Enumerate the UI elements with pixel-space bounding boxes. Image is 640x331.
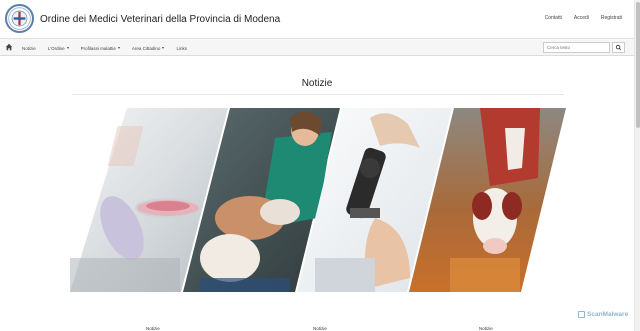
scrollbar-thumb[interactable]: [636, 2, 640, 128]
title-divider: [72, 94, 564, 95]
nav-item-notizie[interactable]: Notizie: [16, 46, 42, 51]
watermark: ScanMalware: [578, 311, 628, 318]
nav-item-links[interactable]: Links: [170, 46, 193, 51]
caret-down-icon: [162, 47, 165, 49]
home-icon[interactable]: [5, 43, 13, 51]
hero-banner: [70, 108, 566, 292]
page-scrollbar[interactable]: [634, 0, 640, 331]
accedi-link[interactable]: Accedi: [574, 15, 589, 21]
search-input[interactable]: [543, 42, 610, 53]
watermark-text: ScanMalware: [587, 311, 629, 318]
registrati-link[interactable]: Registrati: [601, 15, 622, 21]
nav-item-label: Links: [176, 45, 187, 51]
main-navbar: Notizie L'Ordine Profilassi malattie Are…: [0, 38, 634, 56]
search-button[interactable]: [612, 42, 625, 53]
caret-down-icon: [117, 47, 120, 49]
site-header: Ordine dei Medici Veterinari della Provi…: [0, 0, 634, 38]
search-icon: [615, 44, 622, 51]
contatti-link[interactable]: Contatti: [545, 15, 562, 21]
nav-item-label: Profilassi malattie: [80, 45, 116, 51]
page-title: Notizie: [301, 78, 333, 89]
caret-down-icon: [66, 47, 69, 49]
nav-item-profilassi[interactable]: Profilassi malattie: [75, 46, 126, 51]
card-label[interactable]: Notizie: [479, 326, 493, 331]
top-links: Contatti Accedi Registrati: [545, 15, 622, 21]
logo-icon[interactable]: [5, 4, 34, 33]
nav-menu: Notizie L'Ordine Profilassi malattie Are…: [16, 39, 193, 57]
card-label[interactable]: Notizie: [313, 326, 327, 331]
shield-icon: [578, 311, 585, 318]
nav-item-label: Area Cittadino: [131, 45, 161, 51]
card-label[interactable]: Notizie: [146, 326, 160, 331]
nav-item-label: Notizie: [22, 45, 36, 51]
site-title[interactable]: Ordine dei Medici Veterinari della Provi…: [40, 14, 280, 25]
nav-item-area-cittadino[interactable]: Area Cittadino: [126, 46, 171, 51]
nav-item-ordine[interactable]: L'Ordine: [42, 46, 75, 51]
nav-item-label: L'Ordine: [47, 45, 65, 51]
